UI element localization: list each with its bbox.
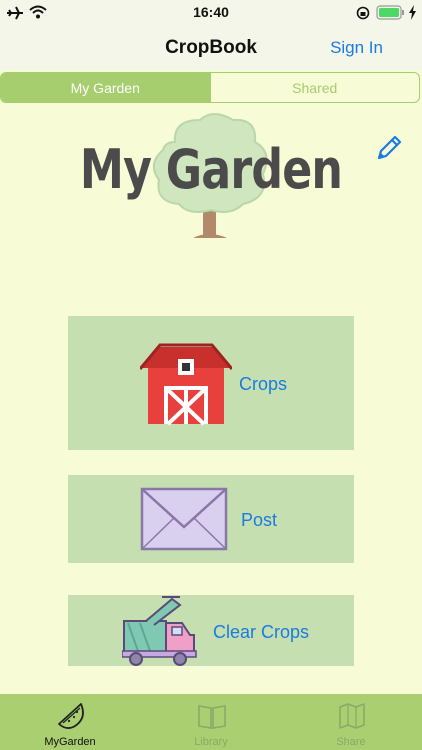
barn-icon [140,343,232,426]
tab-library[interactable]: Library [141,694,281,750]
page-title: My Garden [79,138,343,201]
clear-crops-label: Clear Crops [213,622,310,642]
garbage-truck-icon [122,596,197,666]
tab-share-label: Share [336,736,366,748]
clear-crops-button[interactable]: Clear Crops [68,595,354,666]
watermelon-icon [58,703,84,729]
tab-mygarden[interactable]: MyGarden [0,694,140,750]
charging-icon [409,5,416,20]
crops-label: Crops [239,374,288,394]
navigation-bar: CropBook Sign In [0,26,422,70]
tab-mygarden-label: MyGarden [44,736,96,748]
status-bar: 16:40 [0,0,422,26]
orientation-lock-icon [356,6,370,20]
pencil-icon[interactable] [374,133,404,163]
post-label: Post [241,510,278,530]
segmented-control: My Garden Shared [0,72,420,103]
tab-library-label: Library [194,736,228,748]
map-icon [339,703,365,729]
post-button[interactable]: Post [68,475,354,563]
segment-shared[interactable]: Shared [209,73,420,102]
segment-my-garden[interactable]: My Garden [1,73,210,102]
sign-in-button[interactable]: Sign In [330,38,383,58]
envelope-icon [140,487,228,551]
crops-button[interactable]: Crops [68,316,354,450]
tab-share[interactable]: Share [281,694,421,750]
battery-icon [376,5,404,20]
tab-bar: MyGarden Library Share [0,694,422,750]
book-icon [198,705,226,729]
